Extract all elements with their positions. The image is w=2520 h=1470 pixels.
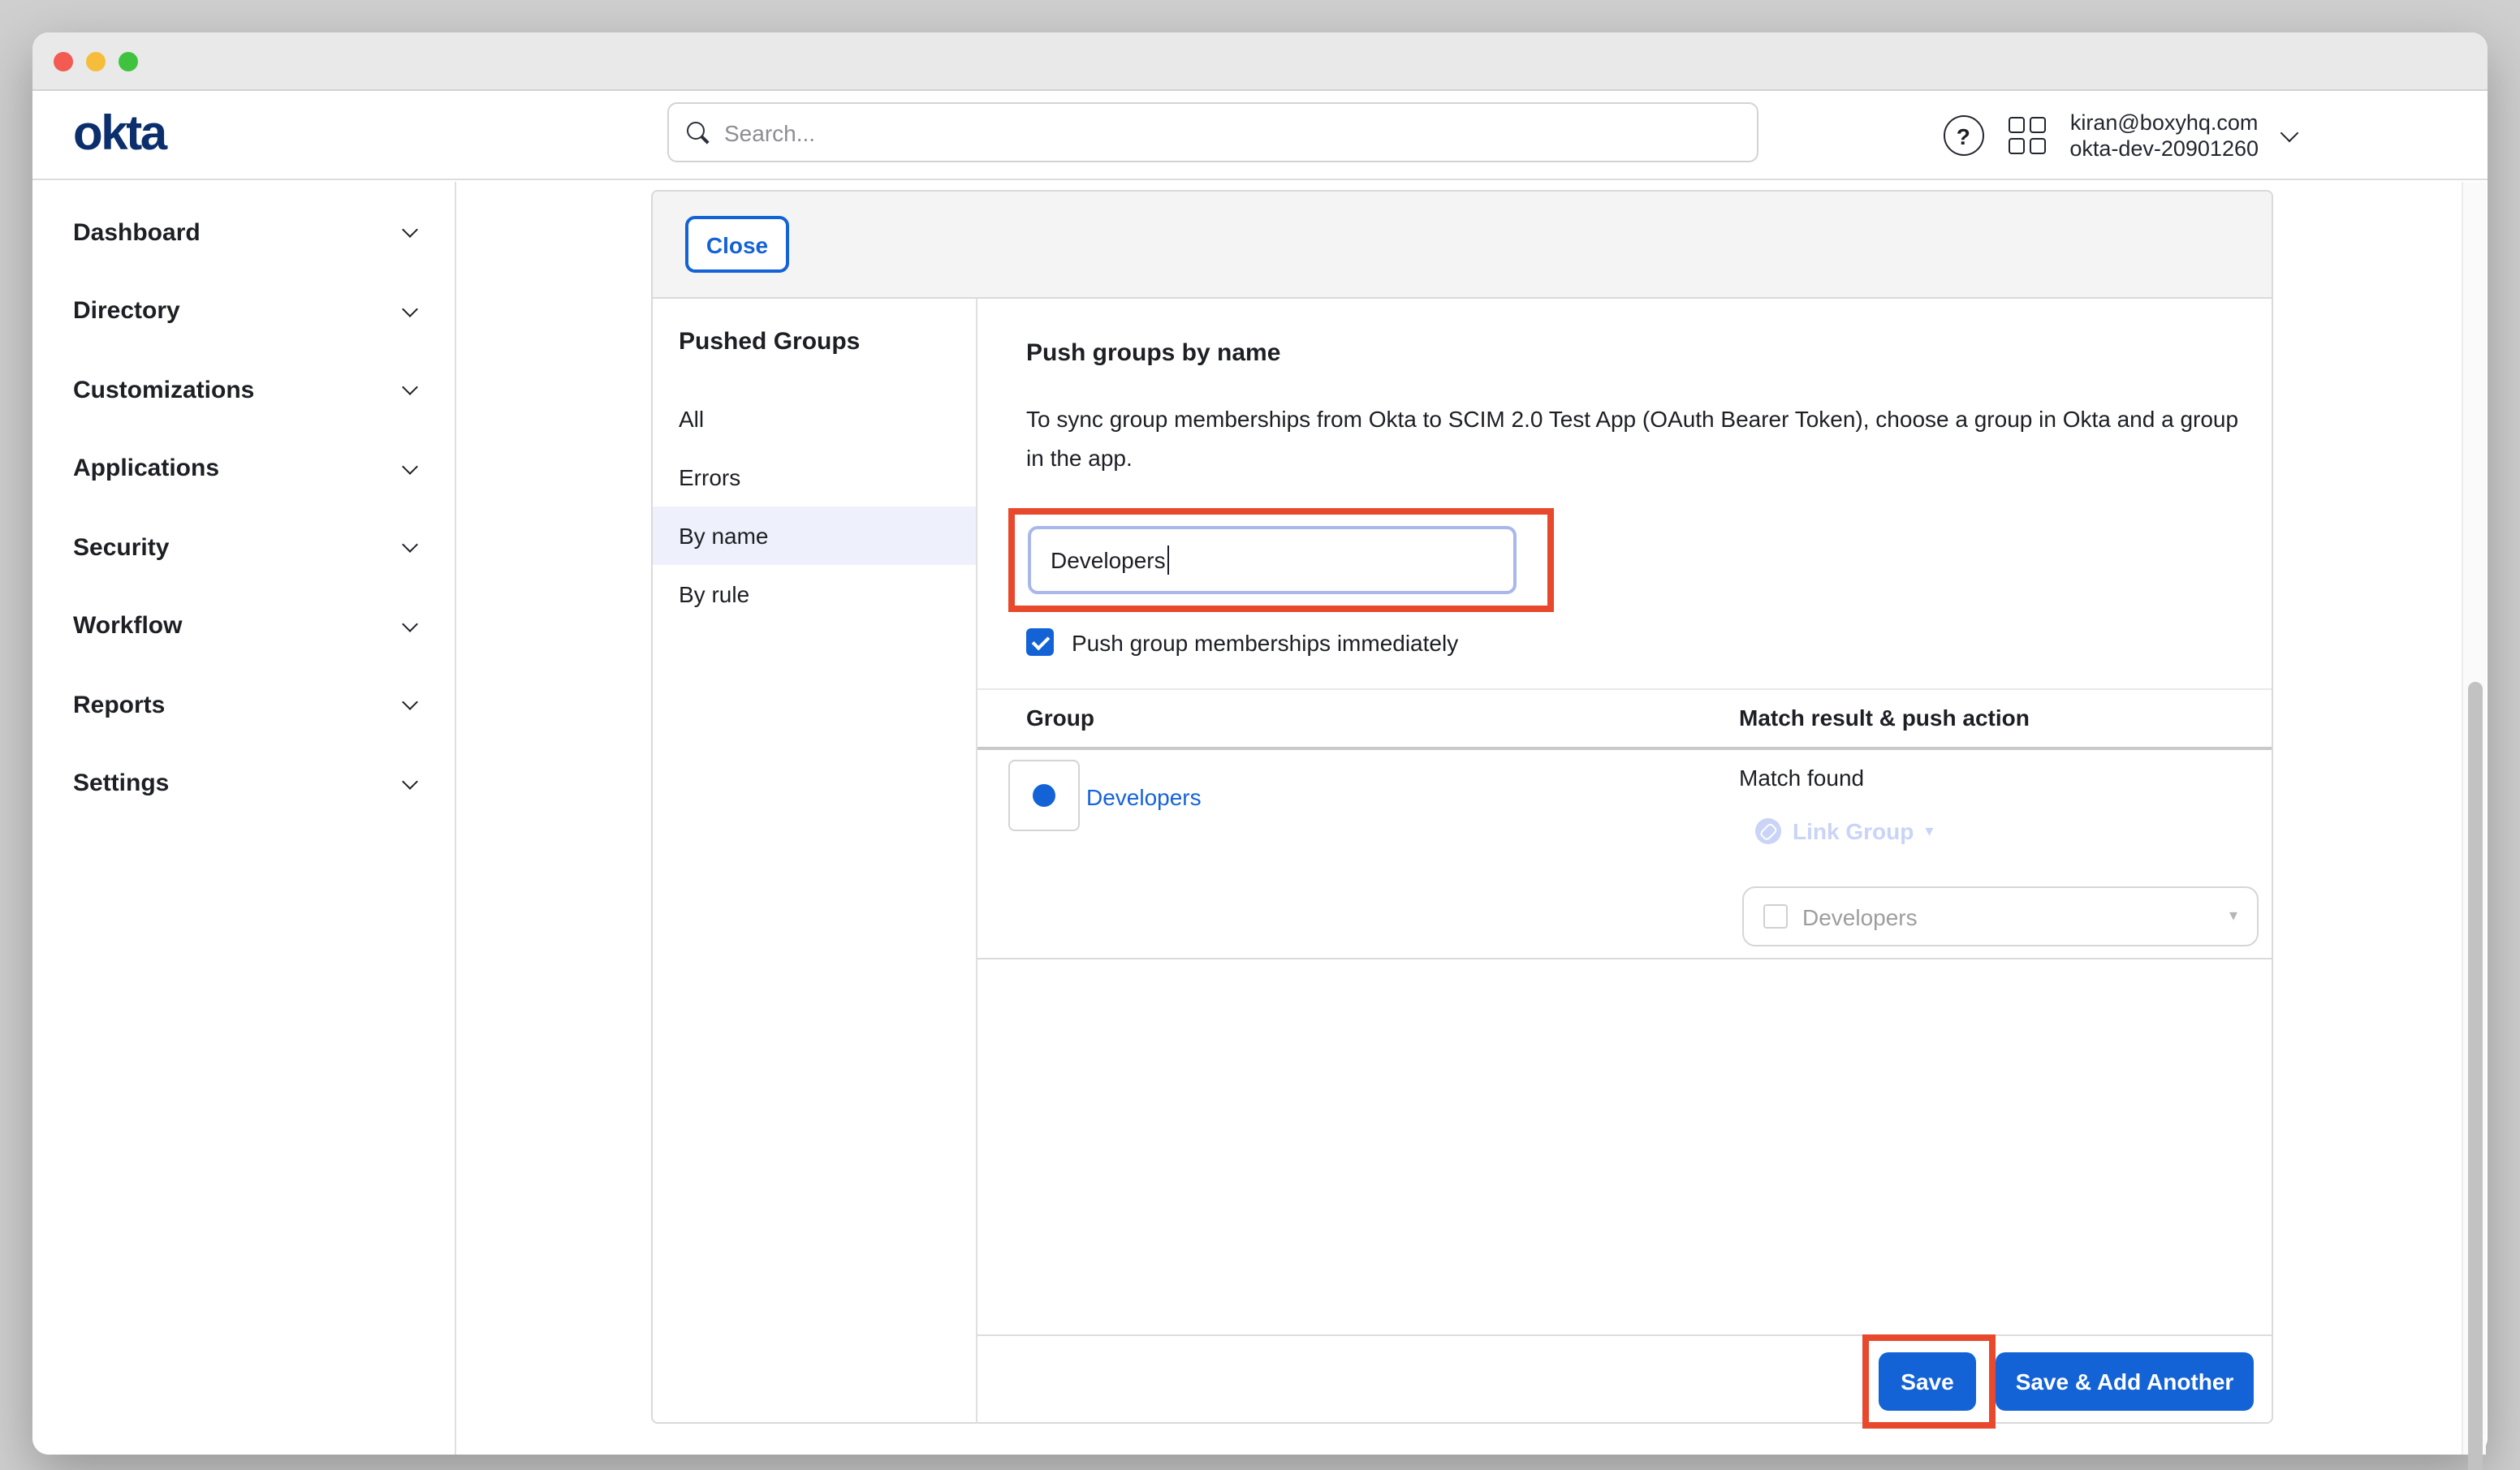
global-search[interactable]	[667, 102, 1758, 162]
sidebar-item-settings[interactable]: Settings	[32, 744, 455, 823]
text-cursor	[1167, 545, 1170, 575]
minimize-window-icon[interactable]	[86, 52, 106, 71]
tab-by-name[interactable]: By name	[653, 507, 976, 565]
okta-logo: okta	[73, 107, 166, 162]
sidebar-item-security[interactable]: Security	[32, 508, 455, 587]
sidebar-item-workflow[interactable]: Workflow	[32, 587, 455, 666]
group-icon	[1008, 760, 1080, 831]
help-icon[interactable]: ?	[1943, 115, 1983, 156]
tab-all[interactable]: All	[653, 390, 976, 448]
user-org: okta-dev-20901260	[2069, 136, 2259, 162]
group-link-developers[interactable]: Developers	[1086, 784, 1202, 810]
push-by-name-panel: Push groups by name To sync group member…	[977, 299, 2272, 1424]
chevron-down-icon	[402, 616, 418, 632]
chevron-down-icon[interactable]	[2281, 123, 2299, 142]
sidebar-item-reports[interactable]: Reports	[32, 666, 455, 744]
push-immediately-label: Push group memberships immediately	[1072, 629, 1458, 655]
apps-grid-icon[interactable]	[2008, 117, 2045, 154]
close-window-icon[interactable]	[54, 52, 73, 71]
sidebar-item-customizations[interactable]: Customizations	[32, 351, 455, 429]
scrollbar-track[interactable]	[2462, 182, 2486, 1455]
app-group-icon	[1763, 904, 1788, 929]
chevron-down-icon	[402, 774, 418, 790]
admin-sidebar: Dashboard Directory Customizations Appli…	[32, 182, 456, 1455]
user-email: kiran@boxyhq.com	[2069, 110, 2259, 136]
row-divider	[977, 958, 2272, 959]
sidebar-item-dashboard[interactable]: Dashboard	[32, 193, 455, 272]
browser-window: okta ? kiran@boxyhq.com okta-dev-2090126…	[32, 32, 2488, 1455]
tab-by-rule[interactable]: By rule	[653, 565, 976, 623]
save-add-another-button[interactable]: Save & Add Another	[1996, 1352, 2254, 1411]
app-group-select[interactable]: Developers ▾	[1742, 886, 2259, 946]
screen: okta ? kiran@boxyhq.com okta-dev-2090126…	[0, 0, 2520, 1470]
okta-group-ring-icon	[1033, 784, 1055, 807]
close-button[interactable]: Close	[685, 216, 789, 273]
zoom-window-icon[interactable]	[119, 52, 138, 71]
caret-down-icon: ▾	[2229, 907, 2237, 925]
scrollbar-thumb[interactable]	[2467, 682, 2482, 1470]
chevron-down-icon	[402, 222, 418, 239]
push-groups-dialog: Close Pushed Groups All Errors By name B…	[651, 190, 2273, 1424]
caret-down-icon: ▾	[1925, 822, 1933, 840]
header-actions: ? kiran@boxyhq.com okta-dev-20901260	[1943, 91, 2296, 180]
panel-description: To sync group memberships from Okta to S…	[1026, 399, 2252, 477]
sidebar-item-applications[interactable]: Applications	[32, 429, 455, 508]
chevron-down-icon	[402, 459, 418, 475]
chevron-down-icon	[402, 695, 418, 711]
main-area: Dashboard Directory Customizations Appli…	[32, 182, 2488, 1455]
sidebar-item-directory[interactable]: Directory	[32, 272, 455, 351]
chevron-down-icon	[402, 301, 418, 317]
table-header-divider	[977, 747, 2272, 750]
link-group-dropdown[interactable]: Link Group ▾	[1755, 818, 1933, 844]
match-result-text: Match found	[1739, 765, 1864, 791]
dialog-toolbar: Close	[653, 192, 2272, 299]
column-header-group: Group	[1026, 705, 1094, 731]
annotation-box-input: Developers	[1008, 508, 1554, 612]
pushed-groups-title: Pushed Groups	[679, 328, 950, 356]
search-icon	[685, 119, 711, 145]
group-name-input[interactable]: Developers	[1028, 526, 1517, 594]
push-immediately-checkbox[interactable]	[1026, 628, 1054, 656]
save-button[interactable]: Save	[1879, 1352, 1976, 1411]
chevron-down-icon	[402, 380, 418, 396]
annotation-box-save: Save	[1862, 1334, 1996, 1429]
link-icon	[1755, 818, 1781, 844]
user-account-menu[interactable]: kiran@boxyhq.com okta-dev-20901260	[2069, 110, 2259, 162]
search-input[interactable]	[724, 119, 1741, 145]
link-group-label: Link Group	[1793, 818, 1914, 844]
app-group-selected-value: Developers	[1802, 903, 2229, 929]
okta-top-bar: okta ? kiran@boxyhq.com okta-dev-2090126…	[32, 91, 2488, 180]
footer-divider	[977, 1334, 2272, 1336]
panel-title: Push groups by name	[1026, 339, 1280, 367]
divider	[977, 688, 2272, 690]
tab-errors[interactable]: Errors	[653, 448, 976, 507]
chevron-down-icon	[402, 537, 418, 554]
column-header-match: Match result & push action	[1739, 705, 2030, 731]
group-name-value: Developers	[1051, 547, 1166, 573]
pushed-groups-nav: Pushed Groups All Errors By name By rule	[653, 299, 977, 1424]
window-titlebar	[32, 32, 2488, 91]
